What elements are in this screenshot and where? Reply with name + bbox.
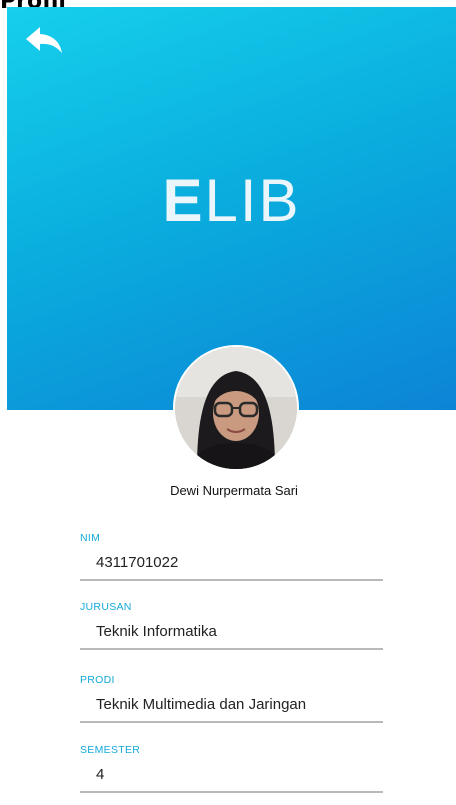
field-label-nim: NIM <box>80 532 101 544</box>
field-label-prodi: PRODI <box>80 674 115 686</box>
field-prodi: PRODI Teknik Multimedia dan Jaringan <box>80 673 383 723</box>
user-name: Dewi Nurpermata Sari <box>170 483 298 498</box>
profile-screen: Profil ELIB Dewi Nurpermata Sari <box>0 0 456 805</box>
semester-field[interactable]: 4 <box>80 765 383 793</box>
field-nim: NIM 4311701022 <box>80 531 383 581</box>
jurusan-field[interactable]: Teknik Informatika <box>80 622 383 650</box>
logo-rest-letters: LIB <box>204 167 301 234</box>
field-jurusan: JURUSAN Teknik Informatika <box>80 600 383 650</box>
back-arrow-icon <box>23 23 67 57</box>
nim-field[interactable]: 4311701022 <box>80 553 383 581</box>
logo-first-letter: E <box>162 167 205 234</box>
avatar <box>173 345 299 471</box>
field-semester: SEMESTER 4 <box>80 743 383 793</box>
back-button[interactable] <box>23 23 67 57</box>
app-logo: ELIB <box>7 165 456 237</box>
field-label-jurusan: JURUSAN <box>80 601 132 613</box>
prodi-field[interactable]: Teknik Multimedia dan Jaringan <box>80 695 383 723</box>
field-label-semester: SEMESTER <box>80 744 141 756</box>
